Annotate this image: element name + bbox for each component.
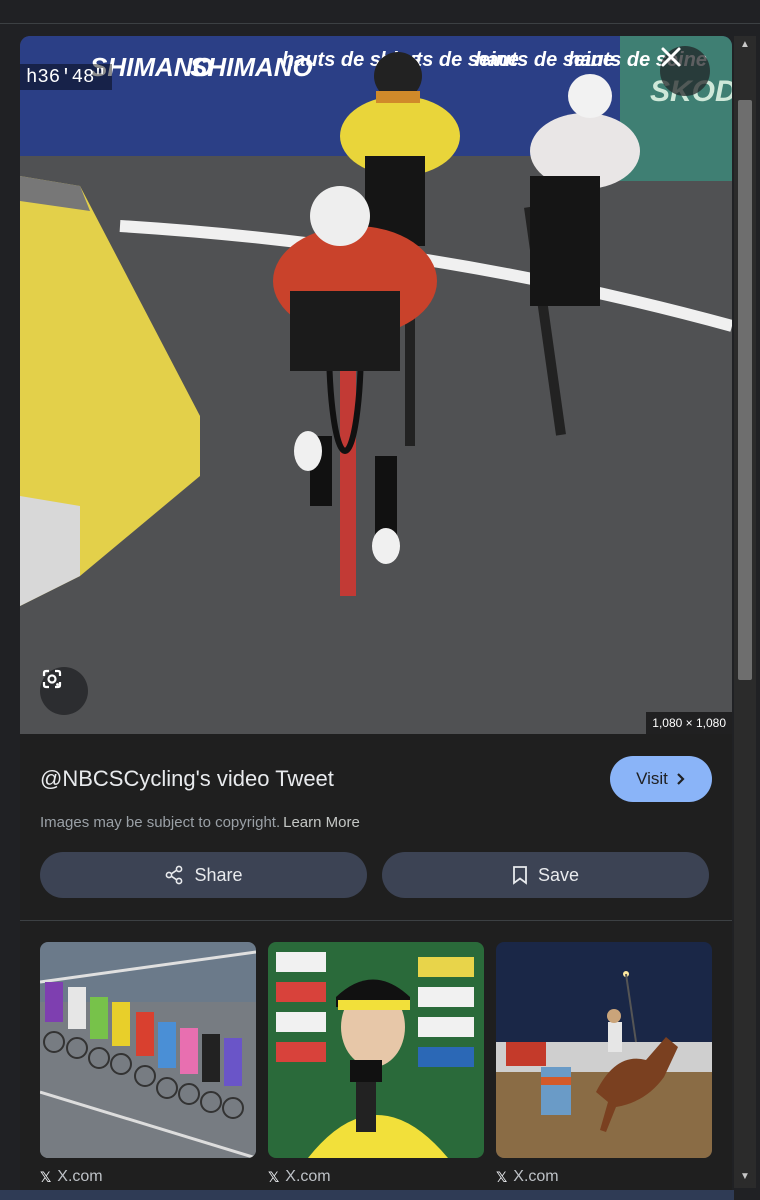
close-button[interactable] (660, 46, 710, 96)
related-source-label: X.com (285, 1168, 331, 1185)
share-label: Share (194, 864, 243, 885)
section-divider (20, 920, 732, 921)
copyright-notice: Images may be subject to copyright. Learn… (40, 814, 360, 831)
related-thumbnail-track-cycling (40, 942, 256, 1158)
related-image-card[interactable]: 𝕏 X.com (496, 942, 712, 1185)
x-logo-icon: 𝕏 (40, 1168, 52, 1185)
close-icon (661, 47, 681, 67)
related-source-label: X.com (513, 1168, 559, 1185)
related-thumbnail-interview (268, 942, 484, 1158)
image-preview-panel: SHIMANO SHIMANO hauts de seine hauts de … (20, 36, 732, 1200)
related-image-card[interactable]: 𝕏 X.com (268, 942, 484, 1185)
related-source-label: X.com (57, 1168, 103, 1185)
scroll-up-arrow-icon[interactable]: ▲ (739, 40, 751, 50)
share-button[interactable]: Share (40, 852, 367, 898)
save-button[interactable]: Save (382, 852, 709, 898)
save-label: Save (537, 864, 580, 885)
related-images: 𝕏 X.com 𝕏 X.com 𝕏 X.com (40, 942, 712, 1200)
google-lens-icon (42, 669, 62, 689)
image-title: @NBCSCycling's video Tweet (40, 766, 334, 791)
related-thumbnail-rodeo (496, 942, 712, 1158)
browser-top-bar (0, 0, 760, 24)
taskbar-strip (0, 1190, 734, 1200)
copyright-text: Images may be subject to copyright. (40, 814, 281, 831)
scroll-down-arrow-icon[interactable]: ▼ (739, 1172, 751, 1182)
related-source: 𝕏 X.com (268, 1168, 331, 1186)
google-lens-button[interactable] (40, 667, 88, 715)
race-timer-overlay: h36'48" (20, 64, 112, 90)
visit-button[interactable]: Visit (610, 756, 712, 802)
scrollbar-thumb[interactable] (738, 100, 752, 680)
cycling-scene-illustration: SHIMANO SHIMANO hauts de seine hauts de … (20, 36, 732, 734)
related-image-card[interactable]: 𝕏 X.com (40, 942, 256, 1185)
related-source: 𝕏 X.com (496, 1168, 559, 1186)
x-logo-icon: 𝕏 (268, 1168, 280, 1185)
image-dimensions-badge: 1,080 × 1,080 (646, 712, 732, 734)
learn-more-link[interactable]: Learn More (283, 814, 360, 831)
preview-image[interactable]: SHIMANO SHIMANO hauts de seine hauts de … (20, 36, 732, 734)
related-source: 𝕏 X.com (40, 1168, 103, 1186)
x-logo-icon: 𝕏 (496, 1168, 508, 1185)
share-icon (166, 865, 183, 885)
visit-label: Visit (636, 769, 668, 788)
bookmark-icon (513, 866, 527, 885)
chevron-right-icon (677, 773, 685, 785)
